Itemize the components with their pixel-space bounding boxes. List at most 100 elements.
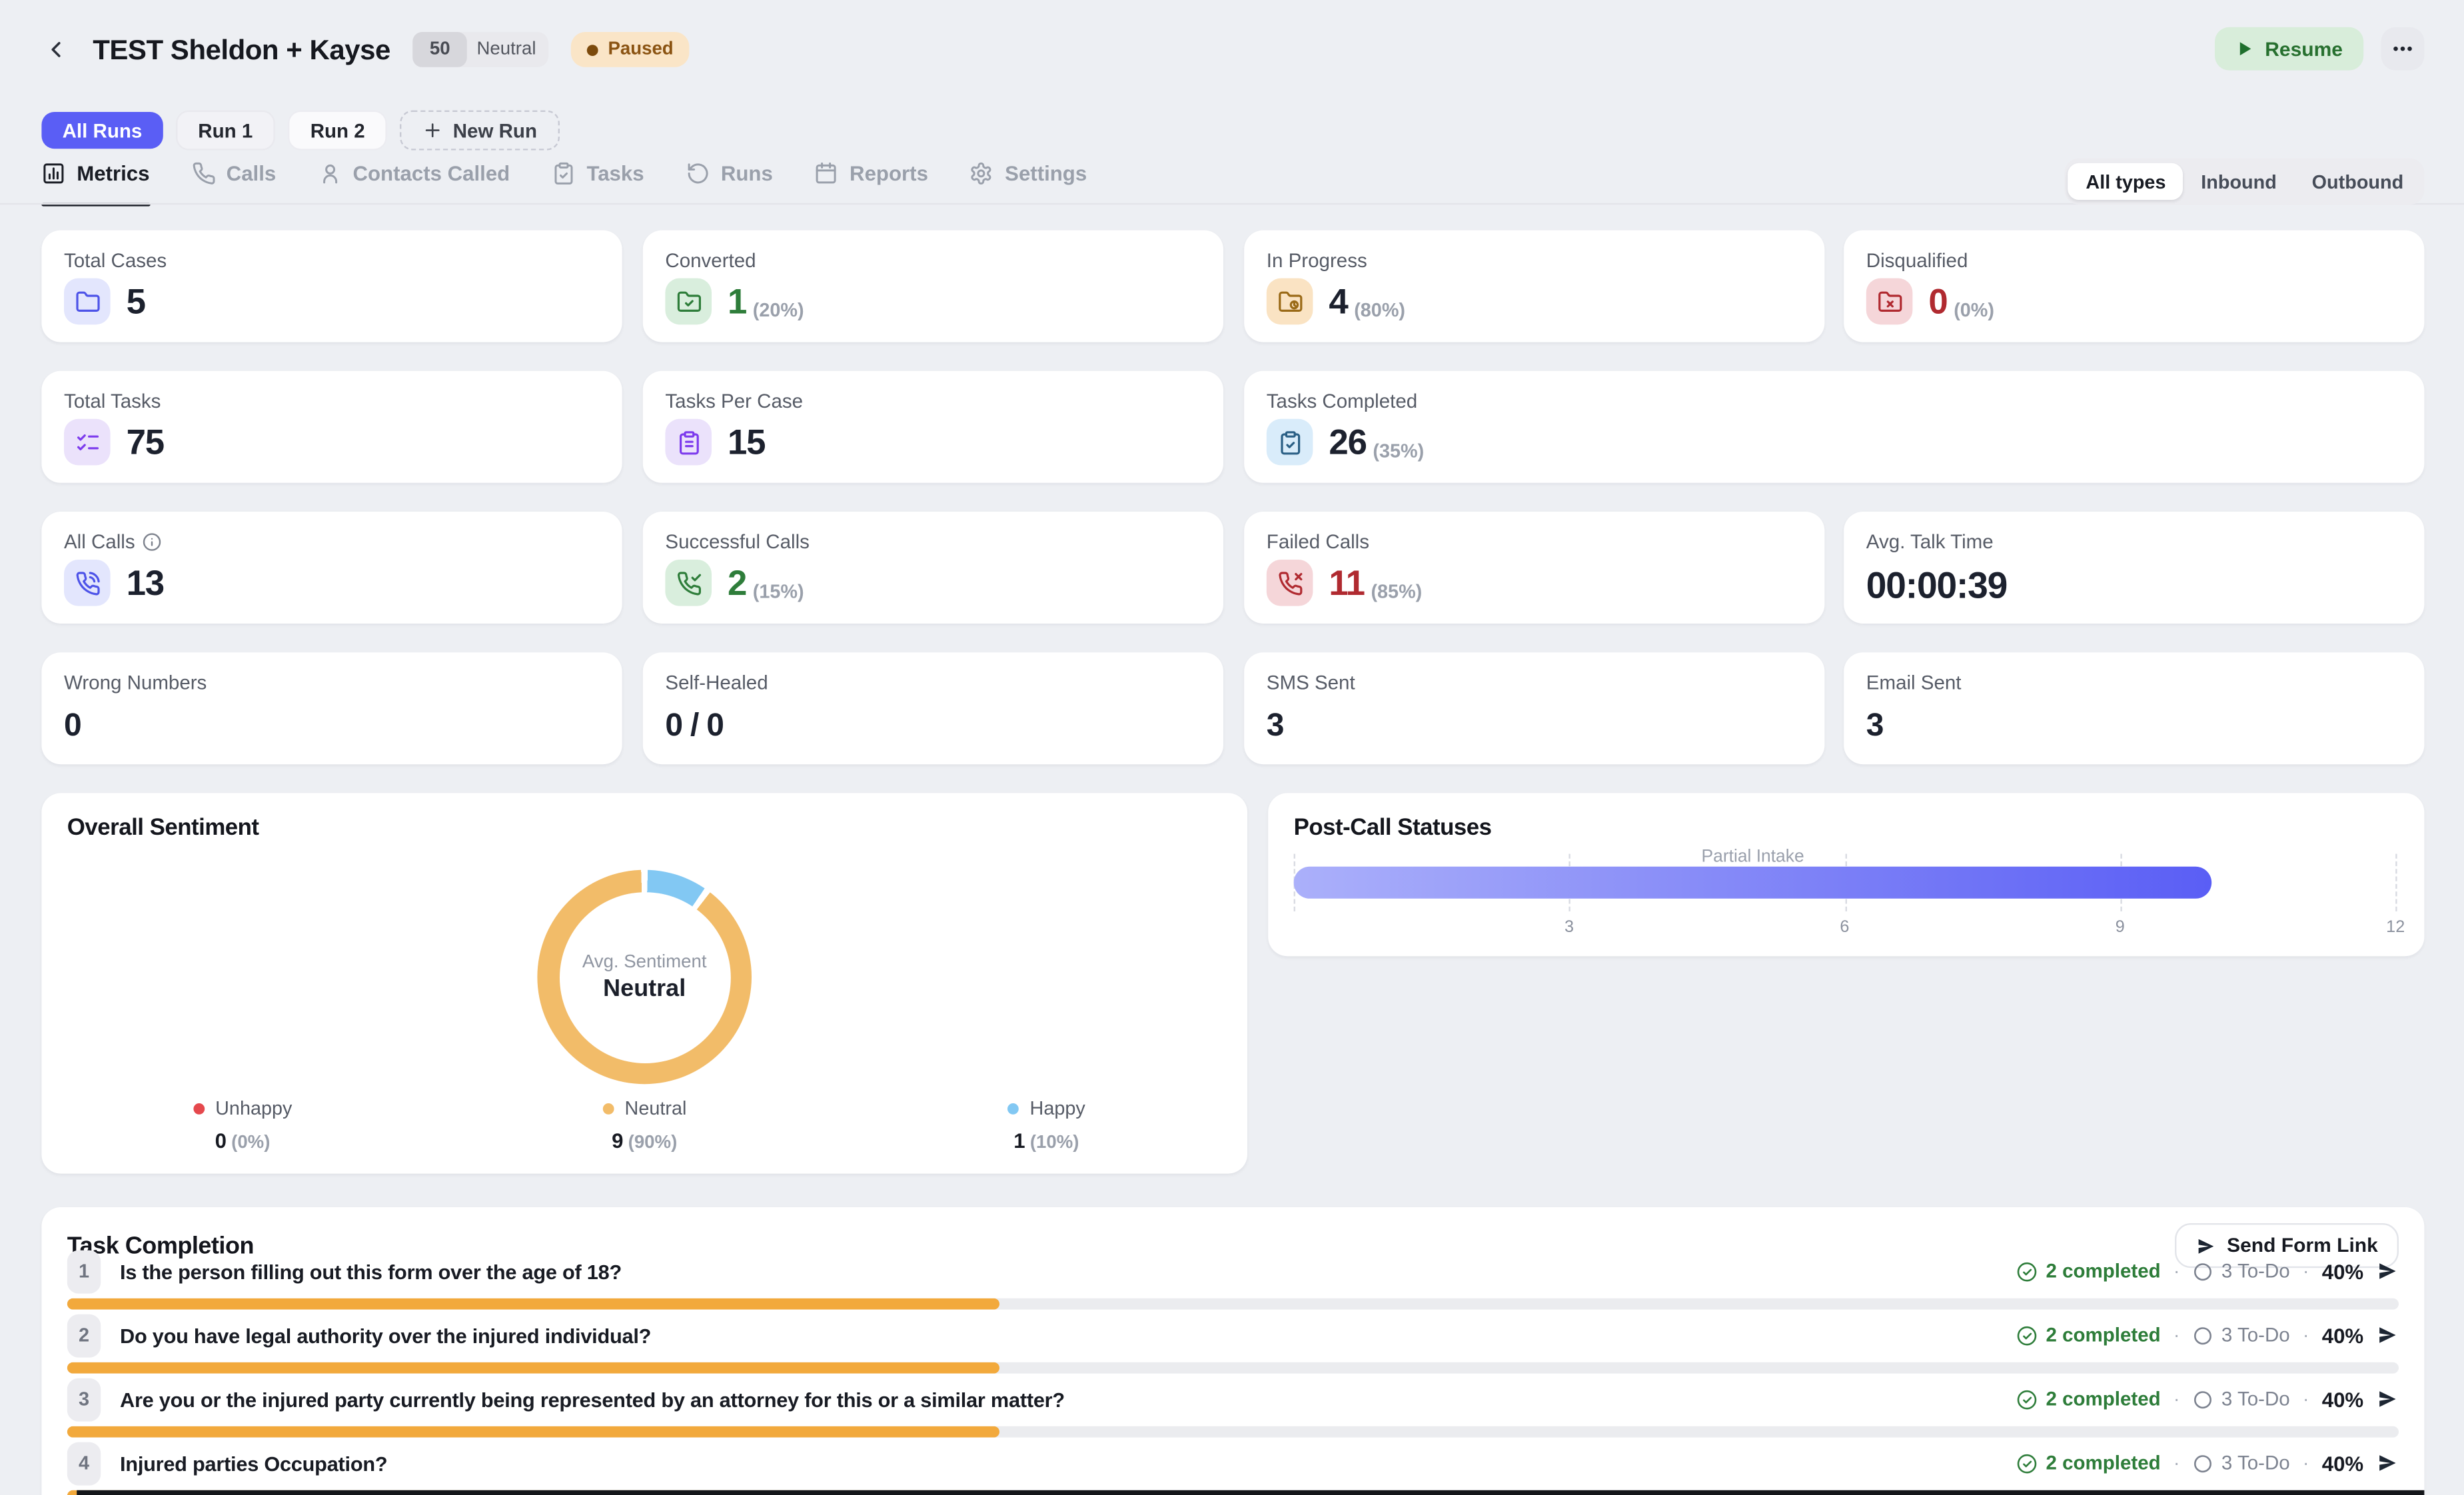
metric-value: 26 — [1329, 421, 1366, 462]
tab-metrics[interactable]: Metrics — [41, 161, 149, 192]
task-question: Injured parties Occupation? — [120, 1451, 387, 1475]
tab-settings[interactable]: Settings — [969, 161, 1087, 192]
back-chevron-icon[interactable] — [41, 35, 70, 64]
metric-value: 13 — [127, 562, 164, 604]
metric-value: 0 — [64, 708, 81, 745]
metric-value: 00:00:39 — [1866, 564, 2007, 608]
status-dot-icon — [587, 44, 598, 55]
tab-reports[interactable]: Reports — [814, 161, 928, 192]
metric-label: Disqualified — [1866, 249, 1968, 272]
task-progress-fill — [67, 1426, 1000, 1438]
new-run-label: New Run — [453, 119, 537, 142]
metric-label: Total Tasks — [64, 390, 161, 413]
metric-value: 75 — [127, 421, 164, 462]
tab-contacts-called[interactable]: Contacts Called — [318, 161, 510, 192]
gear-icon — [969, 161, 993, 185]
metric-label: Failed Calls — [1267, 531, 1369, 554]
metric-card-in-progress: In Progress 4 (80%) — [1244, 231, 1824, 342]
check-circle-icon — [2017, 1388, 2038, 1409]
axis-tick-label: 6 — [1840, 918, 1849, 937]
tab-tasks[interactable]: Tasks — [552, 161, 644, 192]
circle-icon — [2193, 1260, 2213, 1281]
metric-card-email-sent: Email Sent 3 — [1844, 652, 2424, 764]
panel-title: Overall Sentiment — [67, 815, 259, 841]
resume-label: Resume — [2265, 37, 2343, 60]
task-completion-panel: Task Completion Send Form Link 1 Is the … — [41, 1207, 2424, 1495]
resume-button[interactable]: Resume — [2215, 27, 2363, 71]
filter-all-types[interactable]: All types — [2068, 163, 2183, 200]
axis-tick-label: 9 — [2116, 918, 2125, 937]
task-question: Do you have legal authority over the inj… — [120, 1323, 651, 1347]
tab-all-runs[interactable]: All Runs — [41, 112, 163, 149]
metric-percent: (85%) — [1371, 580, 1422, 606]
metric-value: 4 — [1329, 280, 1347, 322]
metric-card-failed-calls: Failed Calls 11 (85%) — [1244, 512, 1824, 624]
tab-run-1[interactable]: Run 1 — [176, 111, 275, 151]
metric-label: Self-Healed — [665, 672, 768, 694]
send-icon[interactable] — [2376, 1388, 2399, 1410]
score-value: 50 — [413, 32, 468, 67]
metric-value: 15 — [728, 421, 765, 462]
calendar-icon — [814, 161, 838, 185]
circle-icon — [2193, 1452, 2213, 1473]
postcall-axis: 36912 — [1294, 918, 2396, 941]
filter-outbound[interactable]: Outbound — [2294, 163, 2421, 200]
send-icon[interactable] — [2376, 1260, 2399, 1282]
task-row: 1 Is the person filling out this form ov… — [67, 1248, 2399, 1293]
metric-card-disqualified: Disqualified 0 (0%) — [1844, 231, 2424, 342]
tab-calls[interactable]: Calls — [191, 161, 276, 192]
task-number-badge: 1 — [67, 1250, 101, 1293]
metric-label: Avg. Talk Time — [1866, 531, 1994, 554]
send-icon[interactable] — [2376, 1452, 2399, 1474]
tab-run-2[interactable]: Run 2 — [288, 111, 387, 151]
nav-tabs: Metrics Calls Contacts Called Tasks Runs… — [41, 161, 1087, 192]
metric-label: Wrong Numbers — [64, 672, 207, 694]
metric-label: Email Sent — [1866, 672, 1962, 694]
metric-value: 0 / 0 — [665, 708, 723, 745]
metric-card-avg-talk-time: Avg. Talk Time 00:00:39 — [1844, 512, 2424, 624]
more-options-button[interactable] — [2381, 27, 2425, 71]
metric-value: 3 — [1267, 708, 1284, 745]
user-icon — [318, 161, 342, 185]
metric-card-converted: Converted 1 (20%) — [643, 231, 1223, 342]
sentiment-score-badge: 50 Neutral — [413, 32, 549, 67]
metric-percent: (20%) — [753, 299, 804, 324]
score-label: Neutral — [477, 40, 536, 59]
metric-card-tasks-per-case: Tasks Per Case 15 — [643, 371, 1223, 483]
task-progress-bar — [67, 1362, 2399, 1374]
neutral-dot-icon — [602, 1103, 614, 1114]
metric-value: 1 — [728, 280, 746, 322]
metric-percent: (35%) — [1373, 440, 1424, 465]
tab-runs[interactable]: Runs — [686, 161, 773, 192]
info-icon[interactable] — [143, 532, 163, 552]
plus-icon — [422, 120, 443, 141]
send-icon[interactable] — [2376, 1324, 2399, 1346]
task-progress-fill — [67, 1298, 1000, 1310]
metric-percent: (0%) — [1954, 299, 1994, 324]
metric-value: 5 — [127, 280, 145, 322]
bottom-edge-strip — [77, 1490, 2424, 1495]
axis-tick-label: 12 — [2386, 918, 2405, 937]
metric-card-successful-calls: Successful Calls 2 (15%) — [643, 512, 1223, 624]
clipboard-icon — [665, 419, 712, 466]
task-percent: 40% — [2322, 1451, 2363, 1475]
task-meta: 2 completed · 3 To-Do · 40% — [2017, 1323, 2399, 1347]
task-row: 3 Are you or the injured party currently… — [67, 1376, 2399, 1421]
bar-chart-icon — [41, 161, 65, 185]
status-badge: Paused — [571, 32, 689, 67]
folder-icon — [64, 278, 111, 325]
folder-check-icon — [665, 278, 712, 325]
legend-item-neutral: Neutral 9(90%) — [444, 1097, 846, 1153]
page-title: TEST Sheldon + Kayse — [93, 33, 390, 66]
metric-card-all-calls: All Calls 13 — [41, 512, 622, 624]
clipboard-check-icon — [552, 161, 576, 185]
postcall-bar-label: Partial Intake — [1702, 847, 1804, 867]
metric-card-total-cases: Total Cases 5 — [41, 231, 622, 342]
metric-card-sms-sent: SMS Sent 3 — [1244, 652, 1824, 764]
legend-item-unhappy: Unhappy 0(0%) — [41, 1097, 443, 1153]
filter-inbound[interactable]: Inbound — [2183, 163, 2294, 200]
task-progress-fill — [67, 1362, 1000, 1374]
new-run-button[interactable]: New Run — [400, 111, 560, 151]
task-progress-bar — [67, 1298, 2399, 1310]
folder-clock-icon — [1267, 278, 1313, 325]
